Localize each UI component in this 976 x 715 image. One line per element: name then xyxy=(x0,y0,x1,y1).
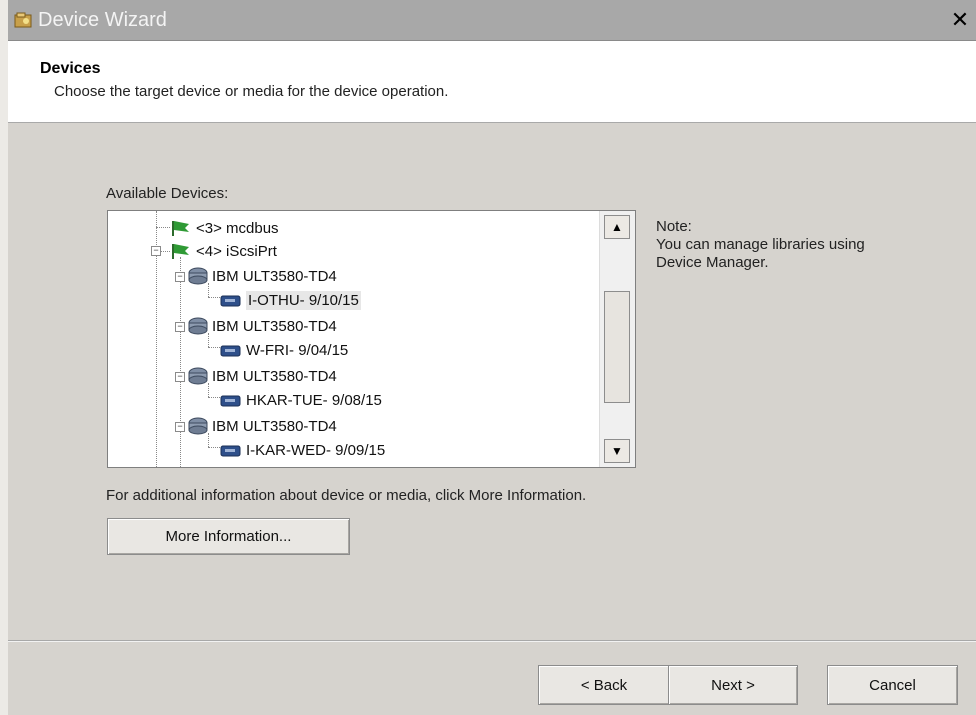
note-line: Device Manager. xyxy=(656,254,769,271)
scroll-down-button[interactable]: ▼ xyxy=(604,439,630,463)
tree-item-tape-drive[interactable]: IBM ULT3580-TD4 xyxy=(186,414,337,438)
info-text: For additional information about device … xyxy=(106,487,587,504)
tape-drive-icon xyxy=(188,417,208,435)
expand-toggle[interactable]: − xyxy=(175,322,185,332)
tree-item-mcdbus[interactable]: <3> mcdbus xyxy=(170,216,279,240)
tree-item-label: IBM ULT3580-TD4 xyxy=(212,417,337,435)
cancel-button[interactable]: Cancel xyxy=(827,665,958,705)
note-line: You can manage libraries using xyxy=(656,236,865,253)
title-bar: Device Wizard ✕ xyxy=(8,0,976,41)
tree-item-iscsiprt[interactable]: <4> iScsiPrt xyxy=(170,239,277,263)
tree-item-label: I-KAR-WED- 9/09/15 xyxy=(246,441,386,459)
wizard-header: Devices Choose the target device or medi… xyxy=(8,41,976,123)
tree-item-media[interactable]: I-OTHU- 9/10/15 xyxy=(220,288,361,312)
tree-item-label: <4> iScsiPrt xyxy=(196,242,277,260)
tape-media-icon xyxy=(220,295,241,307)
expand-toggle[interactable]: − xyxy=(151,246,161,256)
back-button[interactable]: < Back xyxy=(538,665,670,705)
tape-media-icon xyxy=(220,345,241,357)
wizard-icon xyxy=(14,12,32,28)
tree-item-label: IBM ULT3580-TD4 xyxy=(212,317,337,335)
tape-drive-icon xyxy=(188,317,208,335)
note-text: Note: You can manage libraries using Dev… xyxy=(656,218,956,272)
expand-toggle[interactable]: − xyxy=(175,422,185,432)
tape-drive-icon xyxy=(188,367,208,385)
tree-item-label: IBM ULT3580-TD4 xyxy=(212,367,337,385)
tree-item-label: I-OTHU- 9/10/15 xyxy=(246,290,361,310)
page-subtitle: Choose the target device or media for th… xyxy=(54,83,449,100)
tree-item-media[interactable]: HKAR-TUE- 9/08/15 xyxy=(220,388,382,412)
footer-separator xyxy=(8,640,976,642)
tree-item-label: HKAR-TUE- 9/08/15 xyxy=(246,391,382,409)
tree-item-label: W-FRI- 9/04/15 xyxy=(246,341,349,359)
note-title: Note: xyxy=(656,218,692,235)
tree-item-tape-drive[interactable]: IBM ULT3580-TD4 xyxy=(186,264,337,288)
green-flag-icon xyxy=(172,221,189,236)
next-button[interactable]: Next > xyxy=(668,665,798,705)
tape-media-icon xyxy=(220,445,241,457)
page-title: Devices xyxy=(40,60,101,77)
expand-toggle[interactable]: − xyxy=(175,372,185,382)
scroll-thumb[interactable] xyxy=(604,291,630,403)
tree-item-tape-drive[interactable]: IBM ULT3580-TD4 xyxy=(186,314,337,338)
more-information-button[interactable]: More Information... xyxy=(107,518,350,555)
devices-tree[interactable]: − − − − − <3> mcdbus <4> iScsiPrt IBM UL… xyxy=(107,210,636,468)
available-devices-label: Available Devices: xyxy=(106,185,229,202)
tree-item-media[interactable]: I-KAR-WED- 9/09/15 xyxy=(220,438,385,462)
green-flag-icon xyxy=(172,244,189,259)
close-button[interactable]: ✕ xyxy=(948,8,972,32)
window-title: Device Wizard xyxy=(38,9,167,31)
device-wizard-window: Device Wizard ✕ Devices Choose the targe… xyxy=(0,0,976,715)
tree-scrollbar[interactable]: ▲ ▼ xyxy=(599,211,635,467)
tree-item-label: IBM ULT3580-TD4 xyxy=(212,267,337,285)
tape-drive-icon xyxy=(188,267,208,285)
tree-item-media[interactable]: W-FRI- 9/04/15 xyxy=(220,338,348,362)
scroll-up-button[interactable]: ▲ xyxy=(604,215,630,239)
tree-item-tape-drive[interactable]: IBM ULT3580-TD4 xyxy=(186,364,337,388)
tape-media-icon xyxy=(220,395,241,407)
tree-item-label: <3> mcdbus xyxy=(196,219,279,237)
expand-toggle[interactable]: − xyxy=(175,272,185,282)
